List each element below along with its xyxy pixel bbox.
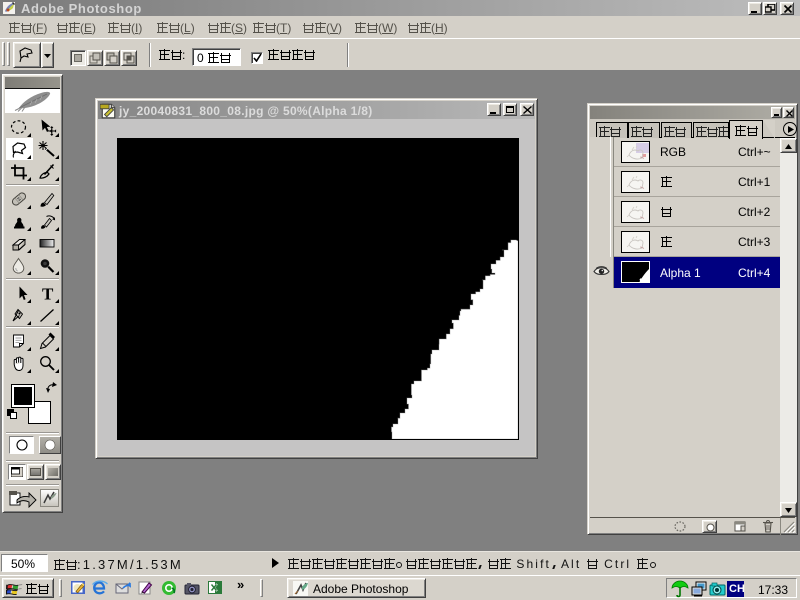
svg-text:T: T [42,285,54,303]
